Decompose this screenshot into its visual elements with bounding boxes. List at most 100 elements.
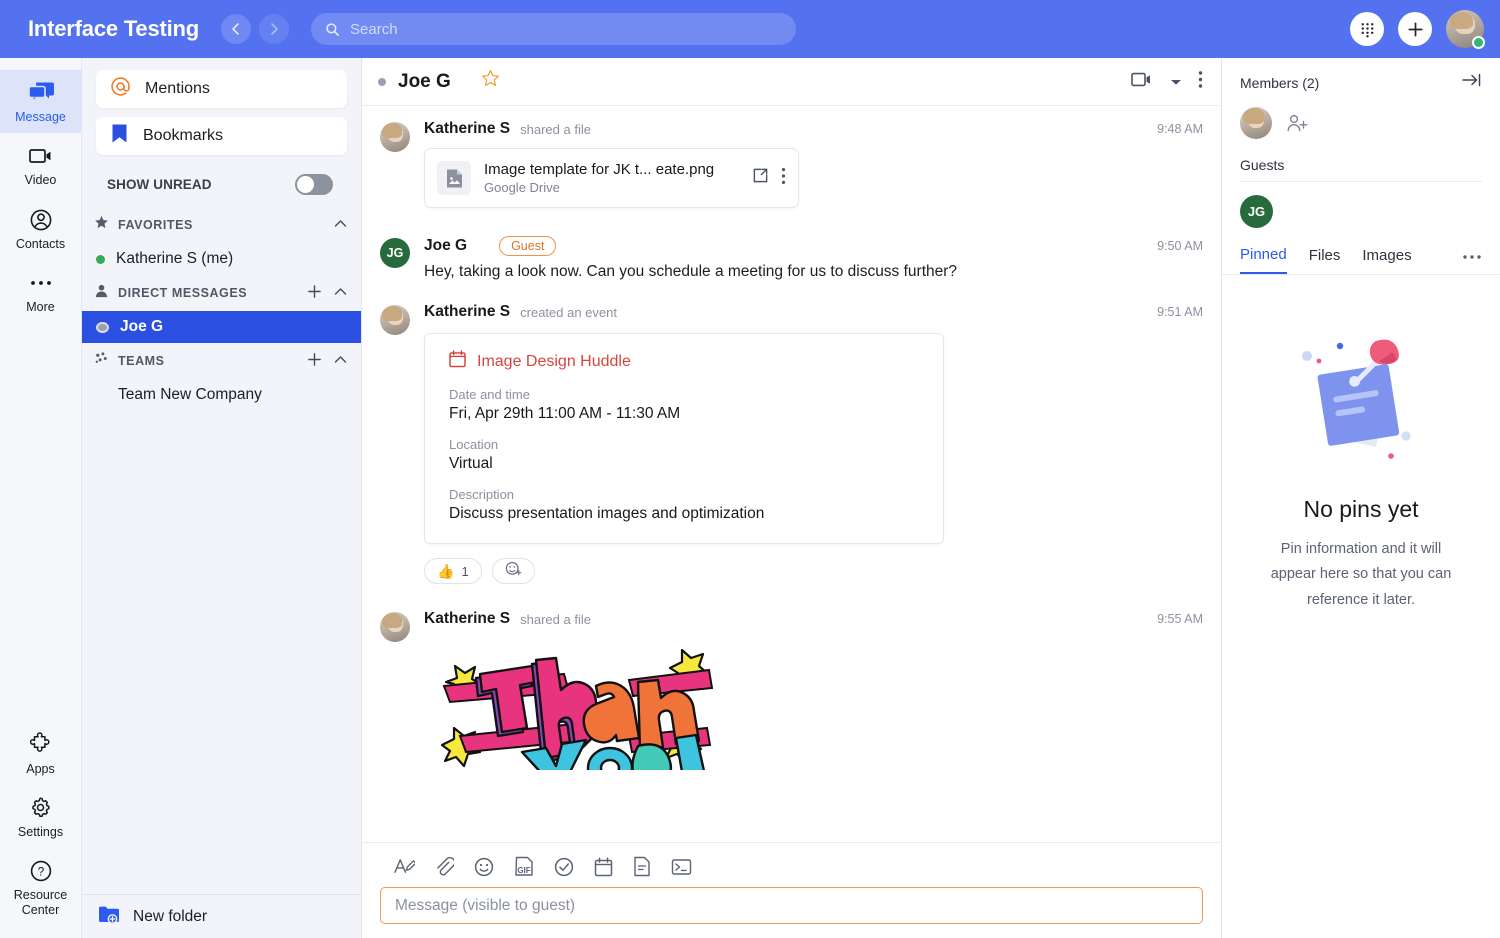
reaction-thumbs-up[interactable]: 👍 1 — [424, 558, 482, 584]
tab-pinned[interactable]: Pinned — [1240, 246, 1287, 274]
message-avatar: JG — [380, 236, 410, 281]
file-meta: Image template for JK t... eate.png Goog… — [484, 161, 739, 195]
chevron-up-icon[interactable] — [334, 219, 347, 231]
user-avatar-button[interactable] — [1446, 10, 1485, 49]
message-author: Katherine S — [424, 610, 511, 627]
top-bar-right — [1350, 10, 1485, 49]
video-icon — [28, 143, 54, 169]
conversation-header: Joe G — [362, 58, 1221, 106]
chevron-up-icon[interactable] — [334, 355, 347, 367]
conversation-more-button[interactable] — [1198, 70, 1203, 94]
external-link-icon[interactable] — [752, 167, 769, 189]
sidebar-item-joe-g[interactable]: Joe G — [82, 311, 361, 343]
tabs-more-button[interactable] — [1462, 247, 1482, 274]
composer-toolbar: GIF — [380, 853, 1203, 887]
details-panel-top: Members (2) Guests JG — [1222, 58, 1500, 228]
message-input-placeholder: Message (visible to guest) — [395, 896, 576, 914]
shared-image-thankyou[interactable] — [424, 640, 729, 770]
folder-plus-icon — [98, 905, 120, 929]
svg-text:?: ? — [37, 865, 44, 879]
add-person-icon[interactable] — [1286, 113, 1308, 133]
rail-item-message[interactable]: Message — [0, 70, 82, 134]
details-panel: Members (2) Guests JG Pinned Files Image… — [1222, 58, 1500, 938]
tab-images[interactable]: Images — [1362, 247, 1411, 273]
message-item: JG Joe G Guest 9:50 AM Hey, taking a loo… — [380, 236, 1203, 281]
show-unread-toggle[interactable] — [295, 174, 333, 195]
sidebar-item-team-new-company[interactable]: Team New Company — [82, 379, 361, 411]
search-icon — [325, 22, 340, 37]
guest-avatar[interactable]: JG — [1240, 195, 1273, 228]
reaction-bar: 👍 1 — [424, 558, 1203, 584]
message-meta: Katherine S shared a file 9:48 AM — [424, 120, 1203, 138]
add-dm-button[interactable] — [307, 284, 322, 302]
sidebar-item-katherine-s[interactable]: Katherine S (me) — [82, 243, 361, 275]
file-more-button[interactable] — [781, 167, 786, 190]
task-check-icon[interactable] — [554, 857, 574, 877]
add-reaction-button[interactable] — [491, 558, 535, 584]
rail-item-label: More — [26, 300, 55, 315]
section-actions — [307, 284, 347, 302]
new-folder-label: New folder — [133, 907, 208, 925]
apps-puzzle-icon — [28, 732, 53, 758]
back-button[interactable] — [221, 14, 252, 44]
note-icon[interactable] — [633, 856, 651, 877]
event-field-datetime: Date and time Fri, Apr 29th 11:00 AM - 1… — [449, 387, 923, 423]
caret-down-icon[interactable] — [1170, 73, 1182, 91]
file-attachment-card[interactable]: Image template for JK t... eate.png Goog… — [424, 148, 799, 208]
conversation-title: Joe G — [398, 70, 451, 92]
message-body: Joe G Guest 9:50 AM Hey, taking a look n… — [424, 236, 1203, 281]
emoji-smiley-icon[interactable] — [474, 857, 494, 877]
new-folder-button[interactable]: New folder — [82, 894, 361, 938]
add-reaction-icon — [505, 561, 522, 582]
message-body: Katherine S shared a file 9:48 AM Image … — [424, 120, 1203, 208]
rail-item-settings[interactable]: Settings — [0, 785, 82, 848]
contacts-icon — [29, 207, 53, 233]
thumbs-up-icon: 👍 — [437, 562, 455, 579]
rail-item-more[interactable]: More — [0, 260, 82, 323]
add-team-button[interactable] — [307, 352, 322, 370]
code-terminal-icon[interactable] — [671, 858, 692, 876]
gif-icon[interactable]: GIF — [514, 856, 534, 877]
format-text-icon[interactable] — [394, 857, 415, 876]
pinned-note-illustration — [1279, 337, 1444, 472]
rail-item-video[interactable]: Video — [0, 133, 82, 196]
rail-item-contacts[interactable]: Contacts — [0, 197, 82, 260]
rail-item-label: Apps — [26, 761, 55, 776]
message-list[interactable]: Katherine S shared a file 9:48 AM Image … — [362, 106, 1221, 842]
conversation-header-actions — [1131, 70, 1203, 94]
rail-item-apps[interactable]: Apps — [0, 722, 82, 785]
message-avatar — [380, 610, 410, 770]
favorite-star-button[interactable] — [481, 69, 500, 94]
sidebar-section-favorites[interactable]: FAVORITES — [82, 207, 361, 243]
dialpad-button[interactable] — [1350, 12, 1384, 46]
collapse-panel-button[interactable] — [1462, 72, 1482, 93]
sidebar-item-mentions[interactable]: Mentions — [96, 70, 347, 108]
event-card[interactable]: Image Design Huddle Date and time Fri, A… — [424, 333, 944, 544]
person-icon — [94, 283, 109, 303]
message-avatar — [380, 120, 410, 208]
message-item: Katherine S shared a file 9:55 AM — [380, 610, 1203, 770]
sidebar-section-teams[interactable]: TEAMS — [82, 343, 361, 379]
chevron-up-icon[interactable] — [334, 287, 347, 299]
guest-badge: Guest — [499, 236, 557, 256]
avatar[interactable] — [1240, 107, 1272, 139]
file-actions — [752, 167, 786, 190]
search-input[interactable]: Search — [311, 13, 797, 45]
add-button[interactable] — [1398, 12, 1432, 46]
message-item: Katherine S shared a file 9:48 AM Image … — [380, 120, 1203, 208]
section-title: TEAMS — [118, 354, 165, 368]
attachment-paperclip-icon[interactable] — [435, 856, 454, 877]
rail-item-resource-center[interactable]: ? Resource Center — [0, 848, 82, 926]
sidebar-item-bookmarks[interactable]: Bookmarks — [96, 117, 347, 155]
message-action: shared a file — [520, 121, 591, 137]
event-field-label: Date and time — [449, 387, 530, 402]
event-title: Image Design Huddle — [477, 352, 631, 370]
gear-icon — [28, 795, 53, 821]
video-call-button[interactable] — [1131, 71, 1154, 93]
sidebar-section-direct-messages[interactable]: DIRECT MESSAGES — [82, 275, 361, 311]
calendar-icon[interactable] — [594, 856, 613, 877]
message-input[interactable]: Message (visible to guest) — [380, 887, 1203, 924]
forward-button[interactable] — [259, 14, 290, 44]
message-meta: Katherine S shared a file 9:55 AM — [424, 610, 1203, 628]
tab-files[interactable]: Files — [1309, 247, 1341, 273]
